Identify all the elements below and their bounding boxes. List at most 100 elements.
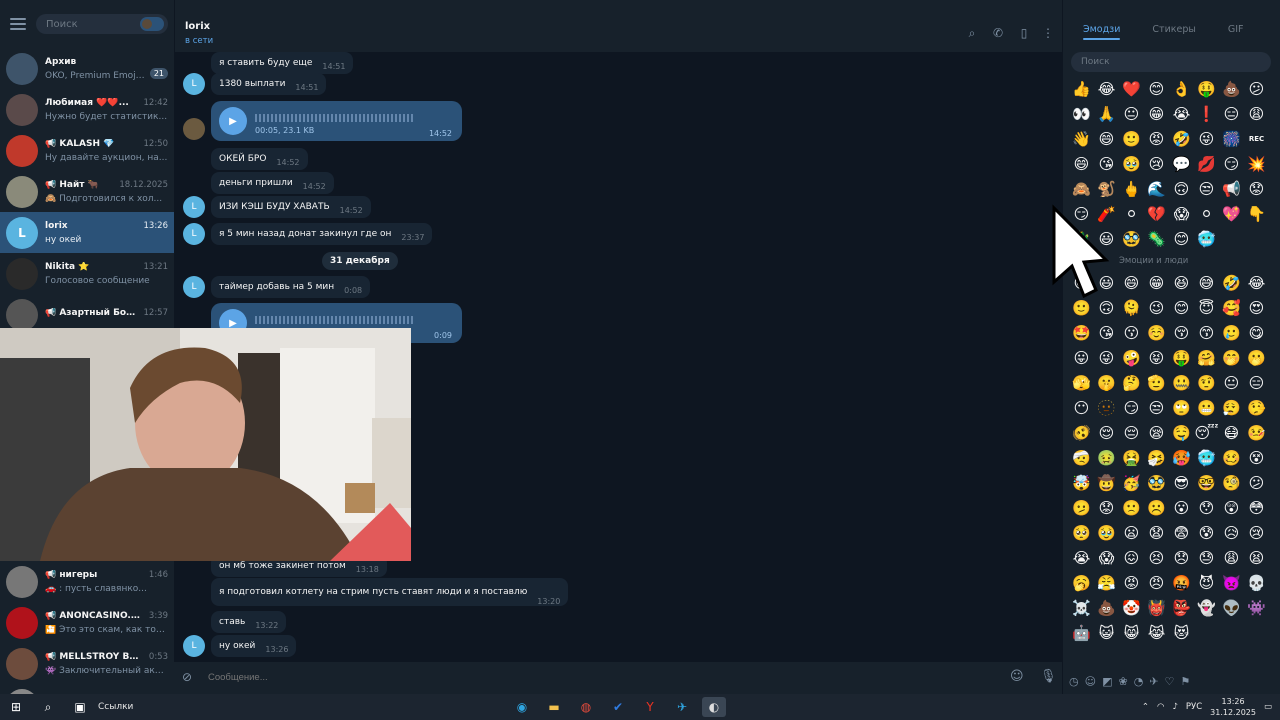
- object-category-icon[interactable]: ◩: [1102, 675, 1112, 688]
- emoji-cell[interactable]: 😌: [1094, 420, 1119, 445]
- hamburger-menu-icon[interactable]: [10, 18, 26, 30]
- emoji-cell[interactable]: 🥰: [1219, 295, 1244, 320]
- emoji-cell[interactable]: 🌊: [1144, 176, 1169, 201]
- emoji-cell[interactable]: 💩: [1094, 595, 1119, 620]
- yandex-browser-icon[interactable]: Y: [638, 697, 662, 717]
- emoji-cell[interactable]: 💥: [1244, 151, 1269, 176]
- file-explorer-icon[interactable]: ▬: [542, 697, 566, 717]
- chat-search-input[interactable]: Поиск: [36, 14, 168, 34]
- chrome-icon[interactable]: ◍: [574, 697, 598, 717]
- emoji-cell[interactable]: 🥹: [1094, 520, 1119, 545]
- emoji-cell[interactable]: 😐: [1119, 101, 1144, 126]
- checkmark-app-icon[interactable]: ✔: [606, 697, 630, 717]
- emoji-cell[interactable]: ❗: [1194, 101, 1219, 126]
- message-bubble[interactable]: я подготовил котлету на стрим пусть став…: [211, 578, 569, 606]
- emoji-cell[interactable]: 😬: [1194, 395, 1219, 420]
- emoji-cell[interactable]: 💋: [1194, 151, 1219, 176]
- message-bubble[interactable]: ставь 13:22: [211, 611, 287, 633]
- emoji-cell[interactable]: 😓: [1194, 545, 1219, 570]
- emoji-cell[interactable]: 😘: [1094, 151, 1119, 176]
- tab-gif[interactable]: GIF: [1228, 24, 1244, 35]
- tab-emoji[interactable]: Эмодзи: [1083, 24, 1121, 40]
- emoji-cell[interactable]: 😑: [1244, 370, 1269, 395]
- emoji-cell[interactable]: 😅: [1194, 270, 1219, 295]
- message-bubble[interactable]: ИЗИ КЭШ БУДУ ХАВАТЬ 14:52: [211, 196, 371, 218]
- emoji-cell[interactable]: 😏: [1119, 395, 1144, 420]
- emoji-cell[interactable]: 😝: [1144, 345, 1169, 370]
- search-icon[interactable]: ⌕: [965, 26, 979, 40]
- emoji-cell[interactable]: 🥹: [1119, 151, 1144, 176]
- emoji-cell[interactable]: 😳: [1244, 495, 1269, 520]
- emoji-cell[interactable]: 😮‍💨: [1219, 395, 1244, 420]
- emoji-cell[interactable]: 😨: [1169, 520, 1194, 545]
- emoji-cell[interactable]: 🫨: [1069, 420, 1094, 445]
- emoji-cell[interactable]: 😭: [1069, 545, 1094, 570]
- emoji-cell[interactable]: 🥶: [1194, 226, 1219, 251]
- emoji-cell[interactable]: 🤖: [1069, 620, 1094, 645]
- microphone-icon[interactable]: 🎙: [1040, 669, 1057, 684]
- story-toggle[interactable]: [140, 17, 164, 31]
- emoji-cell[interactable]: 🙏: [1094, 101, 1119, 126]
- emoji-cell[interactable]: 😧: [1144, 520, 1169, 545]
- message-bubble[interactable]: ну окей 13:26: [211, 635, 297, 657]
- emoji-cell[interactable]: 💀: [1244, 570, 1269, 595]
- emoji-cell[interactable]: 🥳: [1119, 470, 1144, 495]
- emoji-cell[interactable]: 🙄: [1169, 395, 1194, 420]
- emoji-cell[interactable]: 😕: [1244, 470, 1269, 495]
- emoji-cell[interactable]: 😮: [1169, 495, 1194, 520]
- flag-category-icon[interactable]: ⚑: [1180, 675, 1190, 688]
- emoji-cell[interactable]: 🤑: [1194, 76, 1219, 101]
- voice-waveform[interactable]: [255, 316, 415, 324]
- emoji-cell[interactable]: 😁: [1144, 270, 1169, 295]
- emoji-cell[interactable]: 😫: [1244, 545, 1269, 570]
- emoji-cell[interactable]: 🤗: [1194, 345, 1219, 370]
- emoji-cell[interactable]: 😔: [1119, 420, 1144, 445]
- emoji-cell[interactable]: 💩: [1219, 76, 1244, 101]
- more-options-icon[interactable]: ⋮: [1041, 26, 1055, 40]
- emoji-cell[interactable]: 🫥: [1094, 395, 1119, 420]
- wifi-icon[interactable]: ◠: [1157, 702, 1164, 712]
- emoji-cell[interactable]: 👿: [1219, 570, 1244, 595]
- emoji-cell[interactable]: 🙃: [1169, 176, 1194, 201]
- emoji-cell[interactable]: 🐒: [1094, 176, 1119, 201]
- sidebar-toggle-icon[interactable]: ▯: [1017, 26, 1031, 40]
- emoji-cell[interactable]: 😆: [1169, 270, 1194, 295]
- emoji-cell[interactable]: 😐: [1219, 370, 1244, 395]
- emoji-cell[interactable]: 🎆: [1219, 126, 1244, 151]
- emoji-cell[interactable]: 😯: [1194, 495, 1219, 520]
- emoji-cell[interactable]: 😷: [1219, 420, 1244, 445]
- emoji-cell[interactable]: 😢: [1244, 520, 1269, 545]
- emoji-cell[interactable]: 😇: [1194, 295, 1219, 320]
- emoji-cell[interactable]: 😸: [1119, 620, 1144, 645]
- emoji-cell[interactable]: 🦠: [1144, 226, 1169, 251]
- windows-start-icon[interactable]: ⊞: [4, 697, 28, 717]
- emoji-cell[interactable]: 😛: [1069, 345, 1094, 370]
- emoji-cell[interactable]: 🧐: [1219, 470, 1244, 495]
- clock[interactable]: 13:26 31.12.2025: [1210, 696, 1256, 718]
- emoji-cell[interactable]: 🤨: [1194, 370, 1219, 395]
- emoji-cell[interactable]: 😹: [1144, 620, 1169, 645]
- emoji-cell[interactable]: 🤠: [1094, 470, 1119, 495]
- emoji-cell[interactable]: 🥶: [1194, 445, 1219, 470]
- emoji-cell[interactable]: 🥲: [1219, 320, 1244, 345]
- own-avatar[interactable]: [183, 118, 205, 140]
- emoji-cell[interactable]: 😡: [1119, 570, 1144, 595]
- emoji-cell[interactable]: 🥸: [1119, 226, 1144, 251]
- emoji-cell[interactable]: 🤫: [1094, 370, 1119, 395]
- volume-icon[interactable]: ♪: [1172, 702, 1177, 712]
- emoji-cell[interactable]: 😡: [1144, 126, 1169, 151]
- emoji-cell[interactable]: 😺: [1094, 620, 1119, 645]
- emoji-cell[interactable]: 🥱: [1069, 570, 1094, 595]
- chat-item[interactable]: vert МОДЕР0:41: [0, 684, 174, 694]
- message-bubble[interactable]: таймер добавь на 5 мин 0:08: [211, 276, 371, 298]
- emoji-cell[interactable]: REC: [1244, 126, 1269, 151]
- message-bubble[interactable]: ОКЕЙ БРО 14:52: [211, 148, 308, 170]
- food-category-icon[interactable]: ◔: [1134, 675, 1144, 688]
- emoji-cell[interactable]: 🤔: [1119, 370, 1144, 395]
- emoji-cell[interactable]: 😊: [1144, 76, 1169, 101]
- emoji-cell[interactable]: 👌: [1169, 76, 1194, 101]
- emoji-cell[interactable]: 👾: [1244, 595, 1269, 620]
- emoji-cell[interactable]: 😶: [1069, 395, 1094, 420]
- emoji-cell[interactable]: 🤢: [1094, 445, 1119, 470]
- emoji-cell[interactable]: 👻: [1194, 595, 1219, 620]
